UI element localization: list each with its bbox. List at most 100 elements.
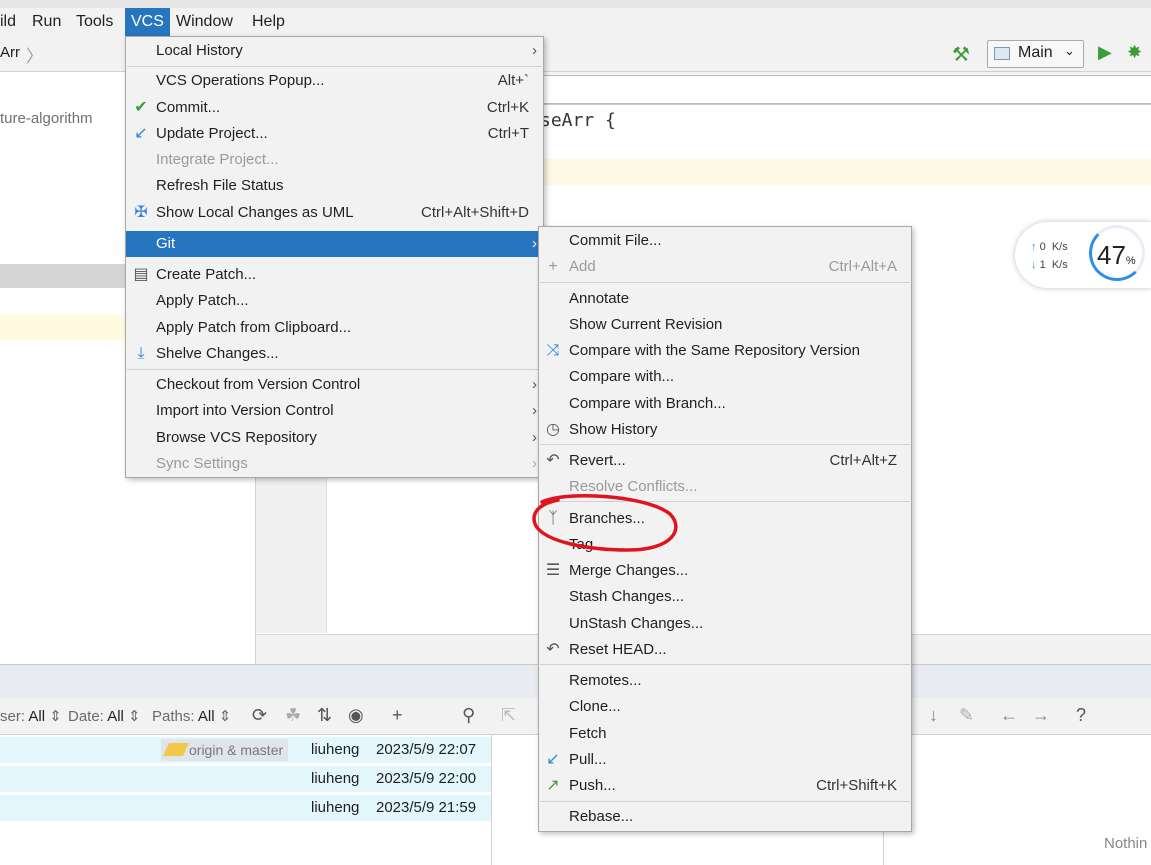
project-tree-highlight-row bbox=[0, 315, 125, 340]
menu-item-browse-vcs[interactable]: Browse VCS Repository › bbox=[126, 425, 543, 451]
pull-arrow-icon: ↙ bbox=[546, 751, 560, 768]
menu-item-fetch[interactable]: Fetch bbox=[539, 721, 911, 747]
menu-item-compare-with-branch[interactable]: Compare with Branch... bbox=[539, 391, 911, 417]
log-filter-toolbar: ser: All ⇕ Date: All ⇕ Paths: All ⇕ ⟳ ☘ … bbox=[0, 698, 491, 735]
help-icon[interactable]: ? bbox=[1076, 705, 1086, 726]
menu-vcs[interactable]: VCS bbox=[125, 8, 170, 36]
eye-icon[interactable]: ◉ bbox=[348, 705, 364, 726]
patch-file-icon: ▤ bbox=[133, 266, 149, 283]
menu-separator bbox=[540, 282, 910, 283]
paths-filter[interactable]: Paths: All ⇕ bbox=[152, 707, 231, 725]
menu-item-vcs-operations-popup[interactable]: VCS Operations Popup... Alt+` bbox=[126, 68, 543, 94]
menu-item-revert[interactable]: ↶ Revert... Ctrl+Alt+Z bbox=[539, 448, 911, 474]
title-strip bbox=[0, 0, 1151, 8]
menu-item-stash-changes[interactable]: Stash Changes... bbox=[539, 584, 911, 610]
empty-details-text: Nothin bbox=[1104, 835, 1148, 852]
menu-item-reset-head[interactable]: ↶ Reset HEAD... bbox=[539, 637, 911, 663]
breadcrumb-separator-icon: 〉 bbox=[26, 47, 43, 66]
branch-badge: origin & master bbox=[161, 739, 289, 761]
menu-item-push[interactable]: ↗ Push... Ctrl+Shift+K bbox=[539, 773, 911, 799]
edit-icon[interactable]: ✎ bbox=[959, 705, 974, 726]
menu-item-compare-with[interactable]: Compare with... bbox=[539, 364, 911, 390]
menu-item-commit-file[interactable]: Commit File... bbox=[539, 228, 911, 254]
menu-item-checkout-vcs[interactable]: Checkout from Version Control › bbox=[126, 372, 543, 398]
menu-item-shelve-changes[interactable]: ⤓ Shelve Changes... bbox=[126, 341, 543, 367]
run-config-selector[interactable]: Main ⌄ bbox=[987, 40, 1084, 68]
download-speed: ↓ 1 K/s bbox=[1031, 259, 1068, 271]
log-row[interactable]: liuheng 2023/5/9 22:00 bbox=[0, 766, 491, 792]
menu-item-apply-patch-clipboard[interactable]: Apply Patch from Clipboard... bbox=[126, 315, 543, 341]
network-speed-widget: ↑ 0 K/s ↓ 1 K/s 47% bbox=[1015, 222, 1151, 288]
arrow-down-icon: ↓ bbox=[1031, 259, 1037, 271]
collapse-icon[interactable]: ⇱ bbox=[501, 705, 516, 726]
user-filter[interactable]: ser: All ⇕ bbox=[0, 707, 62, 725]
check-icon: ✔ bbox=[134, 99, 148, 116]
window-icon bbox=[994, 47, 1010, 60]
menu-help[interactable]: Help bbox=[246, 8, 291, 36]
menu-item-local-history[interactable]: Local History › bbox=[126, 38, 543, 64]
revert-icon: ↶ bbox=[546, 452, 560, 469]
menu-item-update-project[interactable]: ↙ Update Project... Ctrl+T bbox=[126, 121, 543, 147]
menu-item-integrate-project[interactable]: Integrate Project... bbox=[126, 147, 543, 173]
breadcrumb[interactable]: Arr bbox=[0, 44, 20, 61]
menu-item-unstash-changes[interactable]: UnStash Changes... bbox=[539, 611, 911, 637]
download-icon[interactable]: ↓ bbox=[929, 705, 938, 726]
editor-tab[interactable] bbox=[543, 75, 1151, 104]
tag-icon bbox=[162, 743, 190, 756]
update-arrow-icon: ↙ bbox=[134, 125, 148, 142]
project-tree-selected-row[interactable] bbox=[0, 264, 125, 288]
menu-item-compare-same-repo[interactable]: ⤨ Compare with the Same Repository Versio… bbox=[539, 338, 911, 364]
debug-bug-icon[interactable]: ✸ bbox=[1127, 42, 1142, 63]
menu-item-add[interactable]: + Add Ctrl+Alt+A bbox=[539, 254, 911, 280]
chevron-right-icon: › bbox=[532, 455, 537, 472]
menu-item-rebase[interactable]: Rebase... bbox=[539, 804, 911, 830]
refresh-icon[interactable]: ⟳ bbox=[252, 705, 267, 726]
uml-diagram-icon: ✠ bbox=[134, 204, 148, 221]
chevron-down-icon: ⌄ bbox=[1064, 43, 1075, 58]
shelve-icon: ⤓ bbox=[137, 345, 145, 362]
sort-icon[interactable]: ⇅ bbox=[317, 705, 332, 726]
build-hammer-icon[interactable]: ⚒ bbox=[952, 42, 970, 67]
date-filter[interactable]: Date: All ⇕ bbox=[68, 707, 141, 725]
run-icon[interactable]: ▶ bbox=[1098, 42, 1112, 63]
add-icon[interactable]: + bbox=[392, 705, 403, 726]
menu-build[interactable]: ild bbox=[0, 8, 22, 36]
menu-run[interactable]: Run bbox=[26, 8, 67, 36]
menu-item-commit[interactable]: ✔ Commit... Ctrl+K bbox=[126, 95, 543, 121]
menu-item-git[interactable]: Git › bbox=[126, 231, 543, 257]
menu-item-annotate[interactable]: Annotate bbox=[539, 286, 911, 312]
percent-value: 47% bbox=[1097, 240, 1136, 270]
search-icon[interactable]: ⚲ bbox=[462, 705, 475, 726]
project-tree-item[interactable]: ture-algorithm bbox=[0, 110, 93, 127]
menu-item-sync-settings[interactable]: Sync Settings › bbox=[126, 451, 543, 477]
menu-separator bbox=[540, 444, 910, 445]
menu-window[interactable]: Window bbox=[170, 8, 239, 36]
menu-item-import-vcs[interactable]: Import into Version Control › bbox=[126, 398, 543, 424]
arrow-up-icon: ↑ bbox=[1031, 241, 1037, 253]
annotation-circle bbox=[532, 494, 678, 552]
log-row[interactable]: liuheng 2023/5/9 21:59 bbox=[0, 795, 491, 821]
run-config-label: Main bbox=[1018, 44, 1053, 61]
menu-item-apply-patch[interactable]: Apply Patch... bbox=[126, 288, 543, 314]
menu-item-pull[interactable]: ↙ Pull... bbox=[539, 747, 911, 773]
back-arrow-icon[interactable]: ← bbox=[1000, 705, 1018, 726]
menu-item-show-local-changes-uml[interactable]: ✠ Show Local Changes as UML Ctrl+Alt+Shift… bbox=[126, 200, 543, 226]
cherry-pick-icon[interactable]: ☘ bbox=[285, 705, 301, 726]
menu-separator bbox=[127, 369, 542, 370]
log-row[interactable]: origin & master liuheng 2023/5/9 22:07 bbox=[0, 737, 491, 763]
menu-separator bbox=[540, 664, 910, 665]
menu-item-clone[interactable]: Clone... bbox=[539, 694, 911, 720]
vcs-menu: Local History › VCS Operations Popup... Al… bbox=[125, 36, 544, 478]
chevron-right-icon: › bbox=[532, 376, 537, 393]
editor-gutter bbox=[256, 477, 327, 633]
menu-item-refresh-file-status[interactable]: Refresh File Status bbox=[126, 173, 543, 199]
menu-item-create-patch[interactable]: ▤ Create Patch... bbox=[126, 262, 543, 288]
menu-item-show-current-revision[interactable]: Show Current Revision bbox=[539, 312, 911, 338]
menu-item-remotes[interactable]: Remotes... bbox=[539, 668, 911, 694]
log-date: 2023/5/9 22:07 bbox=[376, 741, 477, 758]
menu-tools[interactable]: Tools bbox=[70, 8, 119, 36]
menu-item-show-history[interactable]: ◷ Show History bbox=[539, 417, 911, 443]
code-line[interactable]: seArr { bbox=[540, 110, 616, 131]
push-arrow-icon: ↗ bbox=[546, 777, 560, 794]
forward-arrow-icon[interactable]: → bbox=[1032, 705, 1050, 726]
